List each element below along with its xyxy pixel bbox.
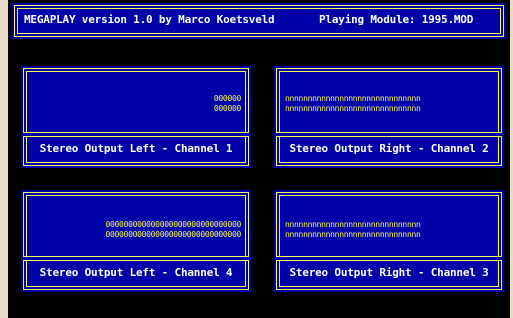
app-title: MEGAPLAY version 1.0 by Marco Koetsveld: [24, 13, 275, 26]
channel-1-waveform: 000000 000000: [213, 94, 241, 113]
channel-2-waveform: nnnnnnnnnnnnnnnnnnnnnnnnnnnnnn nnnnnnnnn…: [285, 94, 421, 113]
panel-divider: [23, 256, 249, 261]
channel-4-waveform: 000000000000000000000000000000 000000000…: [105, 220, 242, 239]
channel-2-label: Stereo Output Right - Channel 2: [289, 142, 489, 155]
panel-divider: [23, 132, 249, 137]
channel-3-waveform: nnnnnnnnnnnnnnnnnnnnnnnnnnnnnn nnnnnnnnn…: [285, 220, 421, 239]
channel-1-panel: 000000 000000 Stereo Output Left - Chann…: [21, 66, 251, 168]
now-playing-module: Playing Module: 1995.MOD: [319, 13, 474, 26]
channel-1-label: Stereo Output Left - Channel 1: [39, 142, 233, 155]
panel-divider: [276, 132, 502, 137]
channel-2-panel: nnnnnnnnnnnnnnnnnnnnnnnnnnnnnn nnnnnnnnn…: [274, 66, 504, 168]
channel-3-panel: nnnnnnnnnnnnnnnnnnnnnnnnnnnnnn nnnnnnnnn…: [274, 190, 504, 292]
channel-4-label: Stereo Output Left - Channel 4: [39, 266, 233, 279]
title-bar: MEGAPLAY version 1.0 by Marco Koetsveld …: [12, 3, 506, 39]
dos-screen: MEGAPLAY version 1.0 by Marco Koetsveld …: [8, 0, 510, 318]
channel-3-label: Stereo Output Right - Channel 3: [289, 266, 489, 279]
channel-4-panel: 000000000000000000000000000000 000000000…: [21, 190, 251, 292]
panel-divider: [276, 256, 502, 261]
